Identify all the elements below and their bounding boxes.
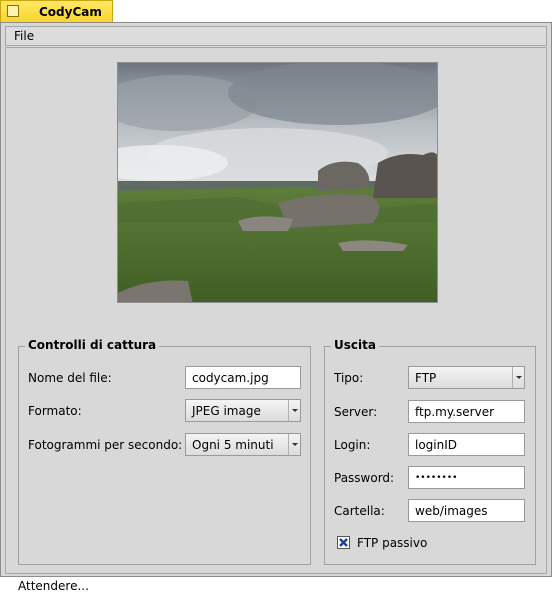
menubar: File <box>5 26 547 46</box>
window-title: CodyCam <box>39 5 102 19</box>
output-legend: Uscita <box>331 338 379 352</box>
type-select-value: FTP <box>415 371 437 385</box>
capture-controls-group: Controlli di cattura Nome del file: cody… <box>18 338 311 565</box>
window-close-icon[interactable] <box>7 5 19 17</box>
app-window: File Controlli di cattura Nome del file:… <box>0 22 552 593</box>
checkmark-icon <box>338 537 349 548</box>
format-select[interactable]: JPEG image <box>185 399 301 422</box>
password-label: Password: <box>334 471 395 485</box>
webcam-preview-image <box>117 62 438 303</box>
landscape-photo <box>118 63 437 302</box>
chevron-down-icon[interactable] <box>288 434 300 455</box>
filename-input[interactable]: codycam.jpg <box>185 366 301 389</box>
fps-label: Fotogrammi per secondo: <box>28 438 183 452</box>
status-text: Attendere... <box>18 579 89 593</box>
server-input[interactable]: ftp.my.server <box>408 400 525 423</box>
folder-input[interactable]: web/images <box>408 499 525 522</box>
password-input[interactable]: •••••••• <box>408 466 525 489</box>
output-group: Uscita Tipo: FTP Server: ftp.my.server L… <box>324 338 536 565</box>
fps-select-value: Ogni 5 minuti <box>192 438 274 452</box>
folder-label: Cartella: <box>334 504 385 518</box>
client-area: Controlli di cattura Nome del file: cody… <box>5 47 547 593</box>
server-label: Server: <box>334 405 378 419</box>
format-select-value: JPEG image <box>192 404 261 418</box>
format-label: Formato: <box>28 404 82 418</box>
window-tab[interactable]: CodyCam <box>0 0 113 22</box>
chevron-down-icon[interactable] <box>288 400 300 421</box>
ftp-passive-label: FTP passivo <box>357 536 428 550</box>
ftp-passive-checkbox[interactable] <box>337 536 350 549</box>
filename-label: Nome del file: <box>28 371 112 385</box>
menu-file[interactable]: File <box>14 29 34 43</box>
type-select[interactable]: FTP <box>408 366 525 389</box>
login-input[interactable]: loginID <box>408 433 525 456</box>
type-label: Tipo: <box>334 371 364 385</box>
fps-select[interactable]: Ogni 5 minuti <box>185 433 301 456</box>
login-label: Login: <box>334 438 371 452</box>
capture-controls-legend: Controlli di cattura <box>25 338 160 352</box>
chevron-down-icon[interactable] <box>512 367 524 388</box>
